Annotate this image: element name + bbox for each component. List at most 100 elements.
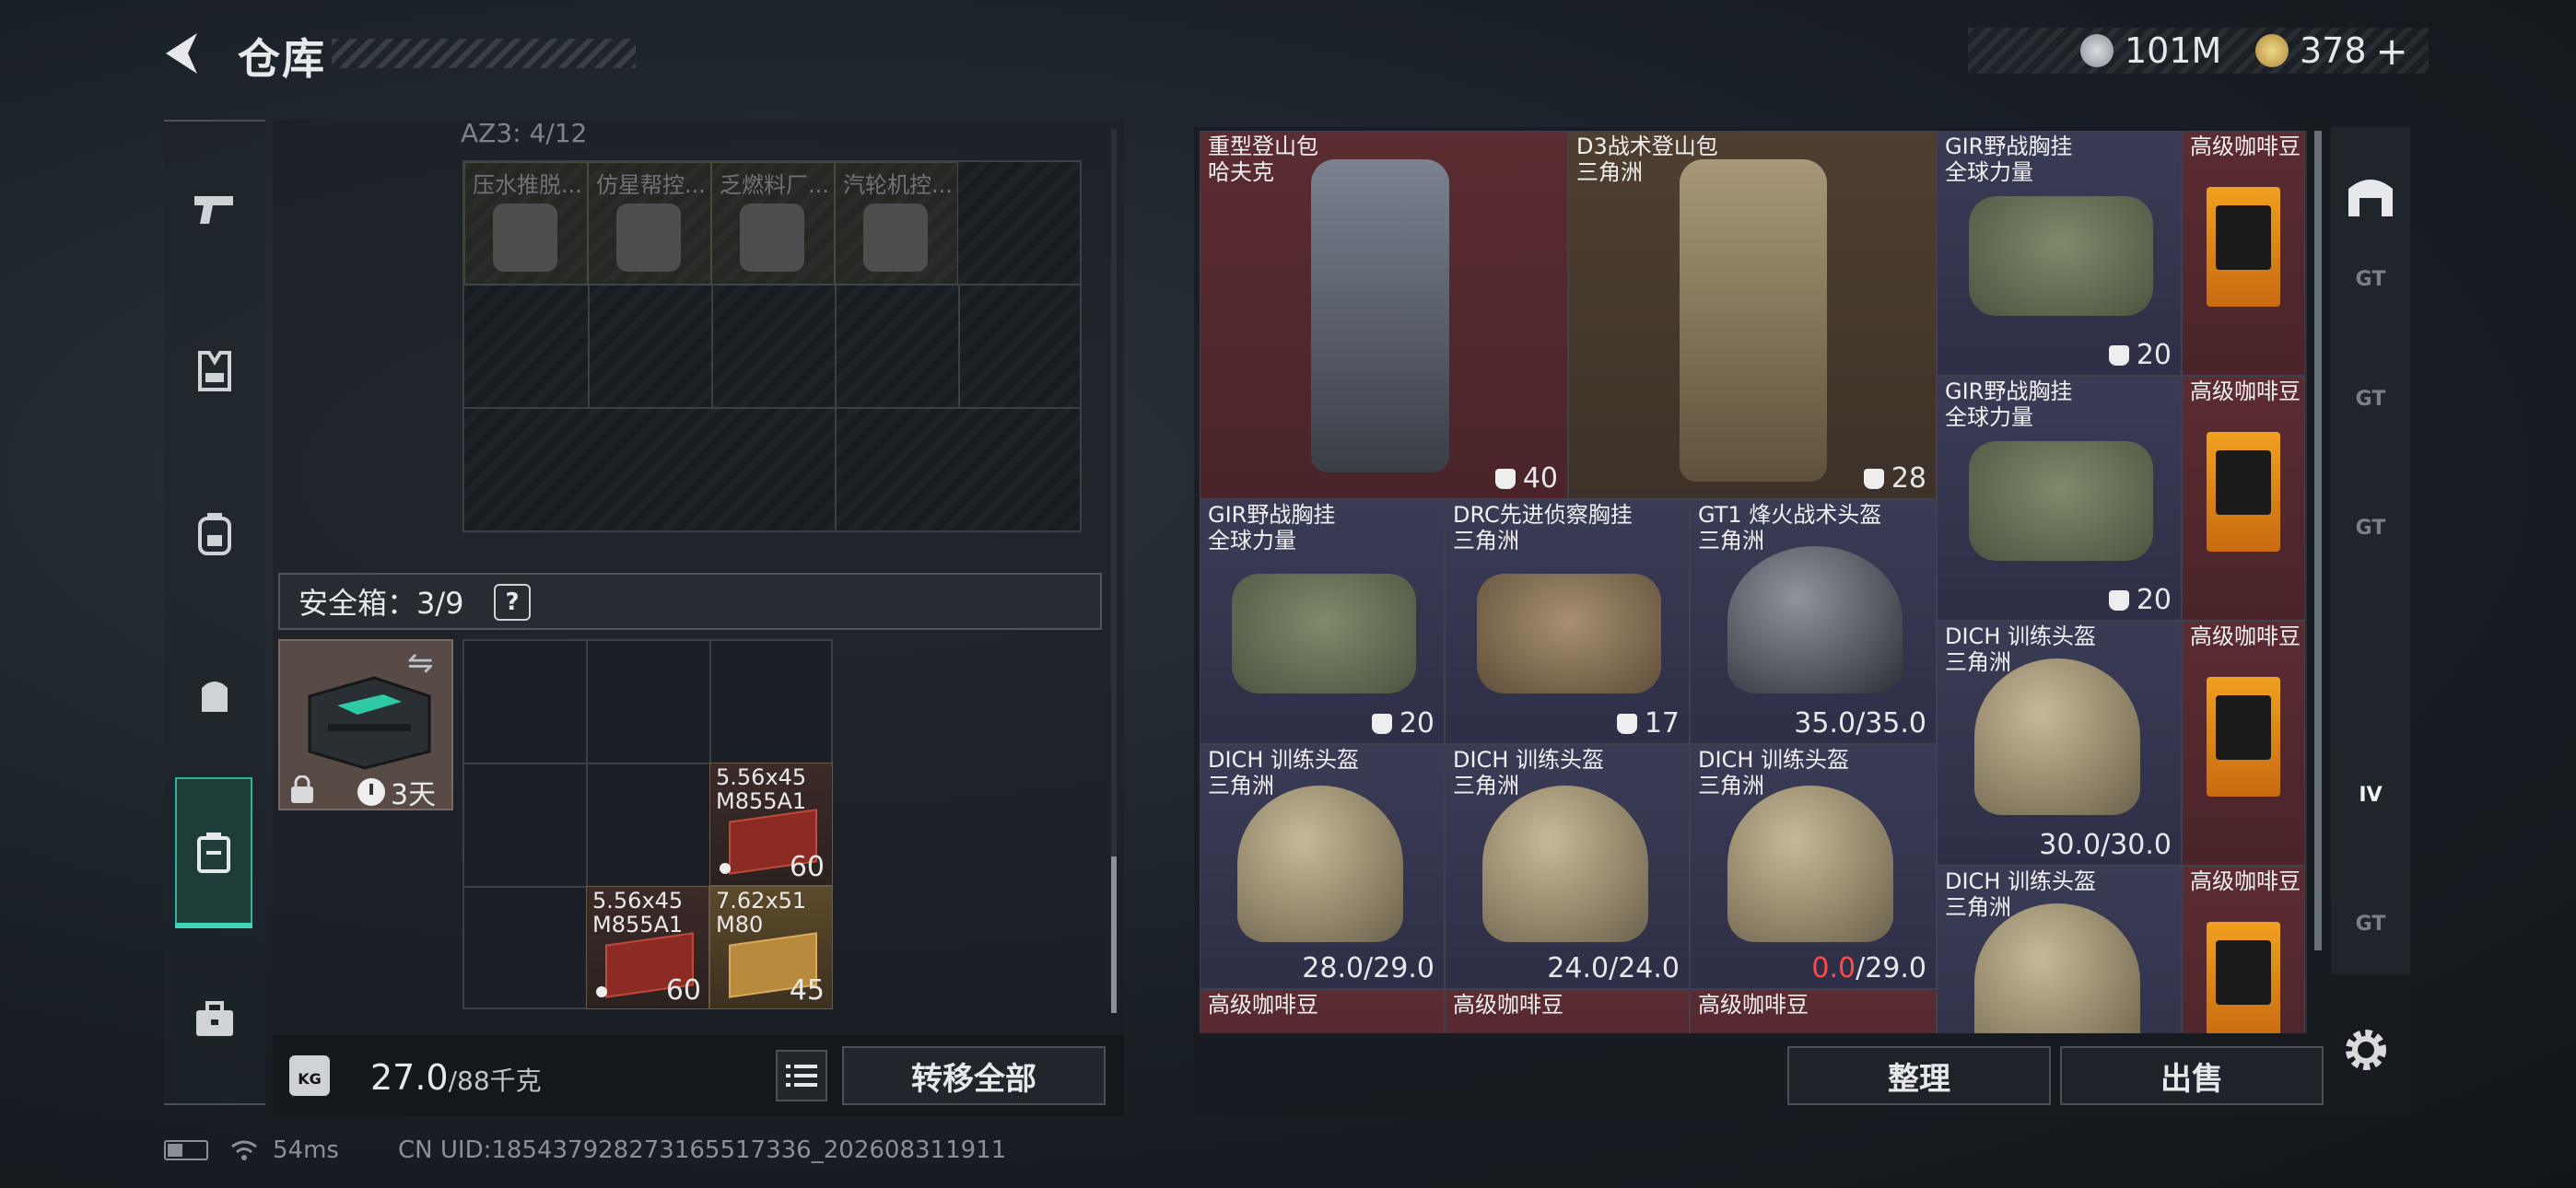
warehouse-icon (2348, 180, 2393, 216)
vest-slot-icon (1371, 713, 1392, 734)
ping-text: 54ms (273, 1136, 339, 1164)
storage-scrollbar[interactable] (1111, 856, 1117, 1013)
gear-icon[interactable] (2340, 1024, 2392, 1076)
bullet-dot-icon (720, 863, 731, 874)
help-icon[interactable]: ? (494, 584, 531, 621)
inventory-item[interactable]: DICH 训练头盔 三角洲 30.0/30.0 (1937, 621, 2182, 866)
helmet-art (1237, 786, 1403, 942)
sort-button[interactable]: 整理 (1787, 1046, 2051, 1105)
swap-icon[interactable]: ⇋ (407, 645, 444, 681)
tab-storage-2[interactable]: GT (2335, 357, 2406, 440)
helmet-art (1974, 658, 2140, 815)
coffee-bag-art (2207, 432, 2280, 552)
tab-storage-1[interactable]: GT (2335, 238, 2406, 320)
transfer-all-button[interactable]: 转移全部 (842, 1046, 1106, 1105)
backpack-art (1680, 159, 1827, 482)
briefcase-icon (196, 1001, 233, 1036)
pistol-icon (194, 196, 233, 224)
inventory-item[interactable]: 高级咖啡豆 (2182, 131, 2305, 376)
nav-vests[interactable] (164, 320, 265, 422)
inventory-item[interactable]: 高级咖啡豆 (2182, 621, 2305, 866)
list-view-button[interactable] (776, 1050, 827, 1101)
weight-readout: 27.0/88千克 (370, 1057, 542, 1098)
inventory-item[interactable]: 高级咖啡豆 (1200, 989, 1445, 1033)
document-icon (493, 204, 557, 272)
clock-icon (357, 778, 385, 806)
coffee-bag-art (2207, 187, 2280, 307)
ghost-item[interactable]: 乏燃料厂... (711, 162, 835, 285)
vest-icon (198, 351, 231, 391)
ghost-item[interactable]: 压水推脱... (464, 162, 588, 285)
document-icon (863, 204, 928, 272)
capacity-icon (1863, 468, 1884, 489)
wifi-icon (231, 1140, 257, 1160)
safebox-label: 安全箱：3/9 (299, 586, 464, 621)
sell-button[interactable]: 出售 (2060, 1046, 2324, 1105)
category-nav (164, 120, 265, 1105)
capacity-icon (1494, 468, 1516, 489)
inventory-item[interactable]: 重型登山包 哈夫克 40 (1200, 131, 1568, 499)
vest-slot-icon (2108, 589, 2129, 611)
vest-slot-icon (1616, 713, 1637, 734)
list-icon (786, 1065, 817, 1087)
ghost-item[interactable]: 汽轮机控... (835, 162, 958, 285)
inventory-item[interactable]: 高级咖啡豆 (2182, 376, 2305, 621)
vest-art (1477, 574, 1661, 693)
tab-storage-5[interactable]: GT (2335, 882, 2406, 965)
tab-all[interactable] (2335, 155, 2406, 238)
nav-briefcase[interactable] (164, 969, 265, 1070)
nav-backpacks[interactable] (164, 483, 265, 584)
inventory-grid: 重型登山包 哈夫克 40 D3战术登山包 三角洲 28 GIR野战胸挂 全球力量… (1200, 131, 2307, 1033)
battery-icon (164, 1140, 208, 1160)
inventory-scrollbar[interactable] (2314, 131, 2322, 950)
safebox-timer: 3天 (357, 772, 436, 812)
container-label: AZ3: 4/12 (461, 118, 588, 148)
safebox-icon (197, 833, 230, 873)
tab-storage-3[interactable]: GT (2335, 486, 2406, 569)
coffee-bag-art (2207, 677, 2280, 797)
inventory-item[interactable]: DICH 训练头盔 三角洲 0.0/29.0 (1690, 744, 1937, 989)
inventory-item[interactable]: DICH 训练头盔 三角洲 28.0/29.0 (1200, 744, 1445, 989)
safebox-case-icon (308, 676, 431, 770)
inventory-item[interactable]: GIR野战胸挂 全球力量 20 (1200, 499, 1445, 744)
inventory-item[interactable]: 高级咖啡豆 (2182, 866, 2305, 1033)
nav-safebox[interactable] (175, 777, 252, 928)
gold-amount: 378 (2300, 30, 2367, 71)
inventory-item[interactable]: GT1 烽火战术头盔 三角洲 35.0/35.0 (1690, 499, 1937, 744)
helmet-art (1482, 786, 1648, 942)
inventory-item[interactable]: DICH 训练头盔 三角洲 (1937, 866, 2182, 1033)
safebox-grid: 5.56x45 M855A1 60 5.56x45 M855A1 60 7.62… (463, 639, 833, 1009)
silver-currency: 101M (2080, 28, 2221, 74)
ammo-item[interactable]: 7.62x51 M80 45 (709, 886, 833, 1009)
coffee-bag-art (2207, 922, 2280, 1033)
inventory-item[interactable]: 高级咖啡豆 (1690, 989, 1937, 1033)
page-title: 仓库 (238, 34, 326, 84)
lock-icon (291, 775, 313, 803)
inventory-item[interactable]: GIR野战胸挂 全球力量 20 (1937, 376, 2182, 621)
helmet-art (1727, 786, 1893, 942)
ammo-item[interactable]: 5.56x45 M855A1 60 (586, 886, 709, 1009)
uid-text: CN UID:1854379282731655173​36_2026083119… (398, 1136, 1007, 1164)
nav-weapons[interactable] (164, 158, 265, 260)
status-bar: 54ms (164, 1136, 339, 1164)
pouch-icon (202, 681, 228, 712)
vest-slot-icon (2108, 344, 2129, 366)
ammo-item[interactable]: 5.56x45 M855A1 60 (709, 763, 833, 886)
back-arrow-icon[interactable] (157, 28, 208, 79)
inventory-item[interactable]: GIR野战胸挂 全球力量 20 (1937, 131, 2182, 376)
inventory-item[interactable]: D3战术登山包 三角洲 28 (1568, 131, 1937, 499)
inventory-item[interactable]: DRC先进侦察胸挂 三角洲 17 (1445, 499, 1690, 744)
add-currency-button[interactable]: + (2376, 29, 2408, 74)
inventory-item[interactable]: 高级咖啡豆 (1445, 989, 1690, 1033)
silver-amount: 101M (2125, 30, 2222, 71)
ghost-item[interactable]: 仿星帮控... (588, 162, 711, 285)
tab-storage-4[interactable]: IV (2335, 753, 2406, 836)
vest-art (1969, 441, 2153, 561)
nav-pouches[interactable] (164, 645, 265, 746)
backpack-art (1311, 159, 1449, 472)
container-grid: 压水推脱... 仿星帮控... 乏燃料厂... 汽轮机控... (463, 160, 1082, 532)
inventory-item[interactable]: DICH 训练头盔 三角洲 24.0/24.0 (1445, 744, 1690, 989)
title-decoration (332, 39, 636, 68)
document-icon (616, 204, 681, 272)
gold-currency[interactable]: 378 + (2255, 28, 2408, 74)
